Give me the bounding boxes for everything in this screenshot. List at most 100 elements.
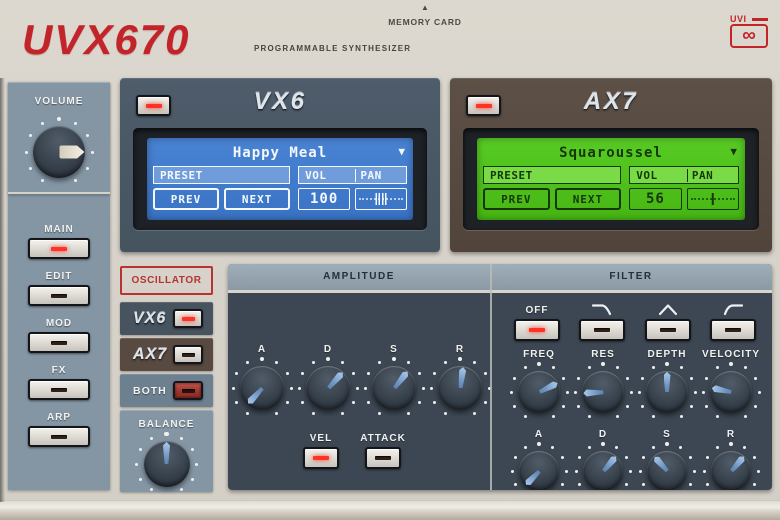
ax7-pan-marker xyxy=(712,193,715,206)
volume-knob[interactable] xyxy=(22,115,96,189)
filter-velocity-knob[interactable] xyxy=(699,360,763,424)
vel-button-label: VEL xyxy=(310,433,332,444)
amplitude-header: AMPLITUDE xyxy=(228,264,490,290)
filter-release-label: R xyxy=(727,429,735,440)
vx6-values: 100 xyxy=(298,188,407,210)
ax7-display-bezel: Squaroussel ▼ PRESET VOL PAN PREV NEXT xyxy=(463,128,759,230)
mod-button[interactable] xyxy=(28,332,90,353)
filter-off-unit: OFF xyxy=(514,301,560,341)
vx6-pan-marker xyxy=(376,193,387,206)
oscillator-tab-both[interactable]: BOTH xyxy=(120,374,213,407)
oscillator-both-button[interactable] xyxy=(173,381,203,400)
vx6-title: VX6 xyxy=(120,88,440,116)
vx6-volume-value[interactable]: 100 xyxy=(298,188,350,210)
filter-depth-label: DEPTH xyxy=(648,349,687,360)
filter-freq-knob[interactable] xyxy=(507,360,571,424)
oscillator-vx6-button[interactable] xyxy=(173,309,203,328)
oscillator-vx6-led xyxy=(182,317,195,321)
case-edge-shadow xyxy=(0,78,5,502)
main-button-label: MAIN xyxy=(44,224,74,235)
arp-button[interactable] xyxy=(28,426,90,447)
vx6-lcd-labels-row: PRESET VOL PAN xyxy=(153,166,407,184)
filter-highpass-led xyxy=(725,328,741,332)
balance-section: BALANCE xyxy=(120,410,213,492)
filter-depth-knob[interactable] xyxy=(635,360,699,424)
amp-sustain-unit: S xyxy=(361,344,427,421)
vx6-preset-name[interactable]: Happy Meal xyxy=(233,145,327,161)
edit-button[interactable] xyxy=(28,285,90,306)
filter-lowpass-button[interactable] xyxy=(579,319,625,341)
ax7-prev-button[interactable]: PREV xyxy=(483,188,550,210)
fx-button[interactable] xyxy=(28,379,90,400)
filter-attack-label: A xyxy=(535,429,543,440)
filter-bandpass-button[interactable] xyxy=(645,319,691,341)
attack-button[interactable] xyxy=(365,447,401,469)
vx6-preset-label-text: PRESET xyxy=(160,169,203,182)
ax7-lcd-controls-row: PREV NEXT 56 xyxy=(483,188,739,210)
filter-decay-knob[interactable] xyxy=(572,440,634,490)
vx6-volpan-labels: VOL PAN xyxy=(298,166,407,184)
arp-button-label: ARP xyxy=(47,412,71,423)
dropdown-arrow-icon[interactable]: ▼ xyxy=(398,145,405,158)
oscillator-ax7-button[interactable] xyxy=(173,345,203,364)
amp-filter-body: A D S R xyxy=(228,293,772,490)
amplitude-zone: A D S R xyxy=(228,293,490,490)
filter-release-knob[interactable] xyxy=(700,440,762,490)
ax7-preset-selector[interactable]: Squaroussel ▼ xyxy=(483,141,739,165)
oscillator-ax7-label: AX7 xyxy=(133,346,167,364)
sidebar-buttons: MAIN EDIT MOD FX xyxy=(8,194,110,459)
filter-highpass-unit xyxy=(710,301,756,341)
amp-filter-panel: AMPLITUDE FILTER A D S xyxy=(228,264,772,490)
filter-off-button[interactable] xyxy=(514,319,560,341)
attack-button-led xyxy=(375,456,391,460)
ax7-lcd-labels-row: PRESET VOL PAN xyxy=(483,166,739,184)
ax7-volume-value[interactable]: 56 xyxy=(629,188,681,210)
dropdown-arrow-icon[interactable]: ▼ xyxy=(730,145,737,158)
amp-attack-knob[interactable] xyxy=(229,355,295,421)
amp-sustain-knob[interactable] xyxy=(361,355,427,421)
filter-res-label: RES xyxy=(591,349,615,360)
filter-attack-knob[interactable] xyxy=(508,440,570,490)
ax7-next-button[interactable]: NEXT xyxy=(555,188,622,210)
filter-res-knob[interactable] xyxy=(571,360,635,424)
ax7-preset-nav: PREV NEXT xyxy=(483,188,621,210)
filter-highpass-button[interactable] xyxy=(710,319,756,341)
vel-button[interactable] xyxy=(303,447,339,469)
amp-decay-knob[interactable] xyxy=(295,355,361,421)
vx6-pan-label: PAN xyxy=(355,169,406,182)
vx6-preset-selector[interactable]: Happy Meal ▼ xyxy=(153,141,407,165)
filter-release-unit: R xyxy=(700,429,762,490)
vx6-prev-button[interactable]: PREV xyxy=(153,188,219,210)
ax7-pan-label: PAN xyxy=(687,169,738,182)
filter-lowpass-unit xyxy=(579,301,625,341)
vx6-pan-slider[interactable] xyxy=(355,188,407,210)
main-button[interactable] xyxy=(28,238,90,259)
amp-release-knob[interactable] xyxy=(427,355,493,421)
sidebar-unit-edit: EDIT xyxy=(28,271,90,306)
sidebar-unit-arp: ARP xyxy=(28,412,90,447)
oscillator-section: OSCILLATOR VX6 AX7 BOTH BALANCE xyxy=(120,266,213,492)
vx6-lcd-controls-row: PREV NEXT 100 xyxy=(153,188,407,210)
vx6-lcd: Happy Meal ▼ PRESET VOL PAN PREV NEXT xyxy=(147,138,413,220)
ax7-pan-slider[interactable] xyxy=(687,188,739,210)
oscillator-tab-vx6[interactable]: VX6 xyxy=(120,302,213,335)
amp-attack-unit: A xyxy=(229,344,295,421)
arp-button-led xyxy=(51,435,67,439)
volume-section: VOLUME xyxy=(8,82,110,194)
oscillator-tab-ax7[interactable]: AX7 xyxy=(120,338,213,371)
filter-sustain-knob[interactable] xyxy=(636,440,698,490)
ax7-preset-name[interactable]: Squaroussel xyxy=(559,145,663,161)
vx6-display-bezel: Happy Meal ▼ PRESET VOL PAN PREV NEXT xyxy=(133,128,427,230)
filter-highpass-icon-wrap xyxy=(722,301,744,316)
filter-freq-label: FREQ xyxy=(523,349,555,360)
attack-button-unit: ATTACK xyxy=(363,433,403,469)
filter-bandpass-led xyxy=(660,328,676,332)
volume-label: VOLUME xyxy=(8,96,110,107)
product-logo: UVX670 xyxy=(22,16,190,64)
amp-release-unit: R xyxy=(427,344,493,421)
oscillator-both-label: BOTH xyxy=(133,385,167,397)
balance-knob[interactable] xyxy=(133,430,201,498)
filter-attack-unit: A xyxy=(508,429,570,490)
oscillator-ax7-led xyxy=(182,353,195,357)
vx6-next-button[interactable]: NEXT xyxy=(224,188,290,210)
